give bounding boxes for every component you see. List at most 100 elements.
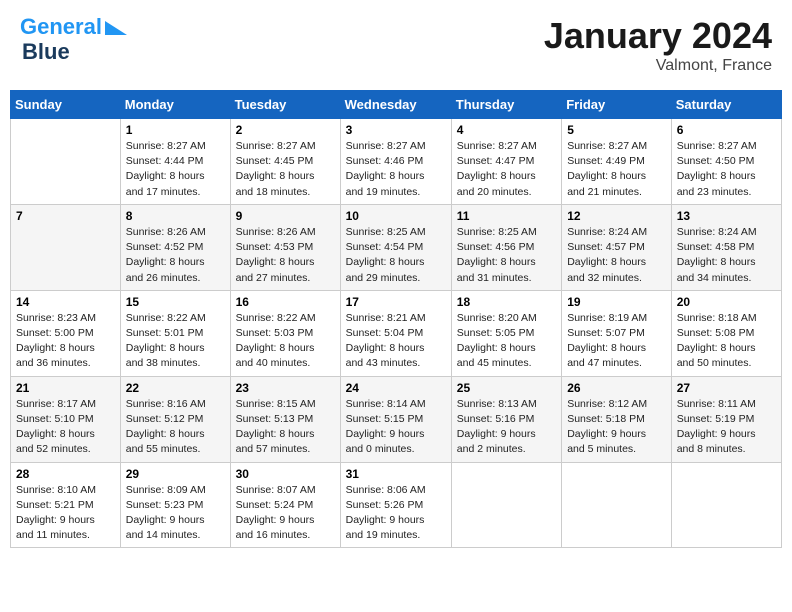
day-info: Sunrise: 8:22 AM Sunset: 5:01 PM Dayligh… (126, 311, 225, 372)
calendar-cell: 9 Sunrise: 8:26 AM Sunset: 4:53 PM Daylig… (230, 204, 340, 290)
day-number: 4 (457, 123, 556, 137)
calendar-cell: 25 Sunrise: 8:13 AM Sunset: 5:16 PM Dayli… (451, 376, 561, 462)
weekday-header: Sunday (11, 91, 121, 119)
calendar-cell (11, 119, 121, 205)
location: Valmont, France (544, 57, 772, 75)
day-number: 16 (236, 295, 335, 309)
day-number: 28 (16, 467, 115, 481)
calendar-cell: 7 (11, 204, 121, 290)
day-info: Sunrise: 8:22 AM Sunset: 5:03 PM Dayligh… (236, 311, 335, 372)
day-info: Sunrise: 8:27 AM Sunset: 4:44 PM Dayligh… (126, 139, 225, 200)
day-number: 23 (236, 381, 335, 395)
calendar-week-row: 14 Sunrise: 8:23 AM Sunset: 5:00 PM Dayli… (11, 290, 782, 376)
day-number: 24 (346, 381, 446, 395)
calendar-cell: 18Sunrise: 8:20 AM Sunset: 5:05 PM Dayli… (451, 290, 561, 376)
day-number: 21 (16, 381, 115, 395)
day-info: Sunrise: 8:16 AM Sunset: 5:12 PM Dayligh… (126, 397, 225, 458)
logo-blue: Blue (22, 39, 127, 65)
calendar-cell: 21 Sunrise: 8:17 AM Sunset: 5:10 PM Dayli… (11, 376, 121, 462)
calendar-week-row: 21 Sunrise: 8:17 AM Sunset: 5:10 PM Dayli… (11, 376, 782, 462)
weekday-header: Wednesday (340, 91, 451, 119)
weekday-header: Monday (120, 91, 230, 119)
day-number: 26 (567, 381, 666, 395)
day-info: Sunrise: 8:27 AM Sunset: 4:50 PM Dayligh… (677, 139, 776, 200)
day-info: Sunrise: 8:15 AM Sunset: 5:13 PM Dayligh… (236, 397, 335, 458)
day-number: 6 (677, 123, 776, 137)
day-info: Sunrise: 8:23 AM Sunset: 5:00 PM Dayligh… (16, 311, 115, 372)
calendar-cell: 13 Sunrise: 8:24 AM Sunset: 4:58 PM Dayli… (671, 204, 781, 290)
day-number: 3 (346, 123, 446, 137)
calendar-cell: 6 Sunrise: 8:27 AM Sunset: 4:50 PM Daylig… (671, 119, 781, 205)
day-number: 14 (16, 295, 115, 309)
day-info: Sunrise: 8:26 AM Sunset: 4:53 PM Dayligh… (236, 225, 335, 286)
day-number: 18 (457, 295, 556, 309)
calendar-cell: 29Sunrise: 8:09 AM Sunset: 5:23 PM Dayli… (120, 462, 230, 548)
day-info: Sunrise: 8:21 AM Sunset: 5:04 PM Dayligh… (346, 311, 446, 372)
day-number: 19 (567, 295, 666, 309)
calendar-cell: 14 Sunrise: 8:23 AM Sunset: 5:00 PM Dayli… (11, 290, 121, 376)
weekday-header-row: SundayMondayTuesdayWednesdayThursdayFrid… (11, 91, 782, 119)
calendar-week-row: 28 Sunrise: 8:10 AM Sunset: 5:21 PM Dayli… (11, 462, 782, 548)
day-info: Sunrise: 8:12 AM Sunset: 5:18 PM Dayligh… (567, 397, 666, 458)
calendar-cell: 8Sunrise: 8:26 AM Sunset: 4:52 PM Daylig… (120, 204, 230, 290)
day-info: Sunrise: 8:24 AM Sunset: 4:57 PM Dayligh… (567, 225, 666, 286)
day-info: Sunrise: 8:25 AM Sunset: 4:54 PM Dayligh… (346, 225, 446, 286)
day-info: Sunrise: 8:27 AM Sunset: 4:49 PM Dayligh… (567, 139, 666, 200)
calendar-cell: 19 Sunrise: 8:19 AM Sunset: 5:07 PM Dayli… (562, 290, 672, 376)
day-info: Sunrise: 8:06 AM Sunset: 5:26 PM Dayligh… (346, 483, 446, 544)
calendar-cell: 10 Sunrise: 8:25 AM Sunset: 4:54 PM Dayli… (340, 204, 451, 290)
day-info: Sunrise: 8:13 AM Sunset: 5:16 PM Dayligh… (457, 397, 556, 458)
day-info: Sunrise: 8:14 AM Sunset: 5:15 PM Dayligh… (346, 397, 446, 458)
calendar-cell: 20Sunrise: 8:18 AM Sunset: 5:08 PM Dayli… (671, 290, 781, 376)
calendar-cell: 16 Sunrise: 8:22 AM Sunset: 5:03 PM Dayli… (230, 290, 340, 376)
calendar-cell: 12 Sunrise: 8:24 AM Sunset: 4:57 PM Dayli… (562, 204, 672, 290)
day-number: 15 (126, 295, 225, 309)
logo-arrow-icon (105, 21, 127, 35)
calendar-cell: 11 Sunrise: 8:25 AM Sunset: 4:56 PM Dayli… (451, 204, 561, 290)
calendar-cell: 17 Sunrise: 8:21 AM Sunset: 5:04 PM Dayli… (340, 290, 451, 376)
calendar-cell: 3 Sunrise: 8:27 AM Sunset: 4:46 PM Daylig… (340, 119, 451, 205)
weekday-header: Thursday (451, 91, 561, 119)
calendar-cell (671, 462, 781, 548)
day-info: Sunrise: 8:17 AM Sunset: 5:10 PM Dayligh… (16, 397, 115, 458)
day-info: Sunrise: 8:26 AM Sunset: 4:52 PM Dayligh… (126, 225, 225, 286)
calendar-cell: 22Sunrise: 8:16 AM Sunset: 5:12 PM Dayli… (120, 376, 230, 462)
day-info: Sunrise: 8:24 AM Sunset: 4:58 PM Dayligh… (677, 225, 776, 286)
day-info: Sunrise: 8:19 AM Sunset: 5:07 PM Dayligh… (567, 311, 666, 372)
calendar-cell: 31 Sunrise: 8:06 AM Sunset: 5:26 PM Dayli… (340, 462, 451, 548)
day-info: Sunrise: 8:27 AM Sunset: 4:47 PM Dayligh… (457, 139, 556, 200)
day-number: 12 (567, 209, 666, 223)
day-number: 10 (346, 209, 446, 223)
header: General Blue January 2024 Valmont, Franc… (10, 10, 782, 80)
day-info: Sunrise: 8:10 AM Sunset: 5:21 PM Dayligh… (16, 483, 115, 544)
calendar-cell: 30Sunrise: 8:07 AM Sunset: 5:24 PM Dayli… (230, 462, 340, 548)
day-number: 9 (236, 209, 335, 223)
calendar-cell: 23 Sunrise: 8:15 AM Sunset: 5:13 PM Dayli… (230, 376, 340, 462)
day-number: 25 (457, 381, 556, 395)
calendar-cell: 27Sunrise: 8:11 AM Sunset: 5:19 PM Dayli… (671, 376, 781, 462)
day-info: Sunrise: 8:25 AM Sunset: 4:56 PM Dayligh… (457, 225, 556, 286)
calendar-cell (562, 462, 672, 548)
day-number: 31 (346, 467, 446, 481)
calendar-week-row: 7 8Sunrise: 8:26 AM Sunset: 4:52 PM Dayli… (11, 204, 782, 290)
calendar-week-row: 1Sunrise: 8:27 AM Sunset: 4:44 PM Daylig… (11, 119, 782, 205)
weekday-header: Tuesday (230, 91, 340, 119)
month-title: January 2024 (544, 15, 772, 57)
day-number: 11 (457, 209, 556, 223)
calendar-cell: 26 Sunrise: 8:12 AM Sunset: 5:18 PM Dayli… (562, 376, 672, 462)
title-area: January 2024 Valmont, France (544, 15, 772, 75)
day-number: 13 (677, 209, 776, 223)
calendar-cell (451, 462, 561, 548)
day-info: Sunrise: 8:27 AM Sunset: 4:46 PM Dayligh… (346, 139, 446, 200)
logo-text: General (20, 15, 102, 39)
day-number: 7 (16, 209, 115, 223)
weekday-header: Friday (562, 91, 672, 119)
day-info: Sunrise: 8:07 AM Sunset: 5:24 PM Dayligh… (236, 483, 335, 544)
day-number: 17 (346, 295, 446, 309)
day-info: Sunrise: 8:18 AM Sunset: 5:08 PM Dayligh… (677, 311, 776, 372)
calendar-cell: 1Sunrise: 8:27 AM Sunset: 4:44 PM Daylig… (120, 119, 230, 205)
day-info: Sunrise: 8:11 AM Sunset: 5:19 PM Dayligh… (677, 397, 776, 458)
calendar-cell: 15 Sunrise: 8:22 AM Sunset: 5:01 PM Dayli… (120, 290, 230, 376)
calendar-cell: 4 Sunrise: 8:27 AM Sunset: 4:47 PM Daylig… (451, 119, 561, 205)
calendar-cell: 5Sunrise: 8:27 AM Sunset: 4:49 PM Daylig… (562, 119, 672, 205)
